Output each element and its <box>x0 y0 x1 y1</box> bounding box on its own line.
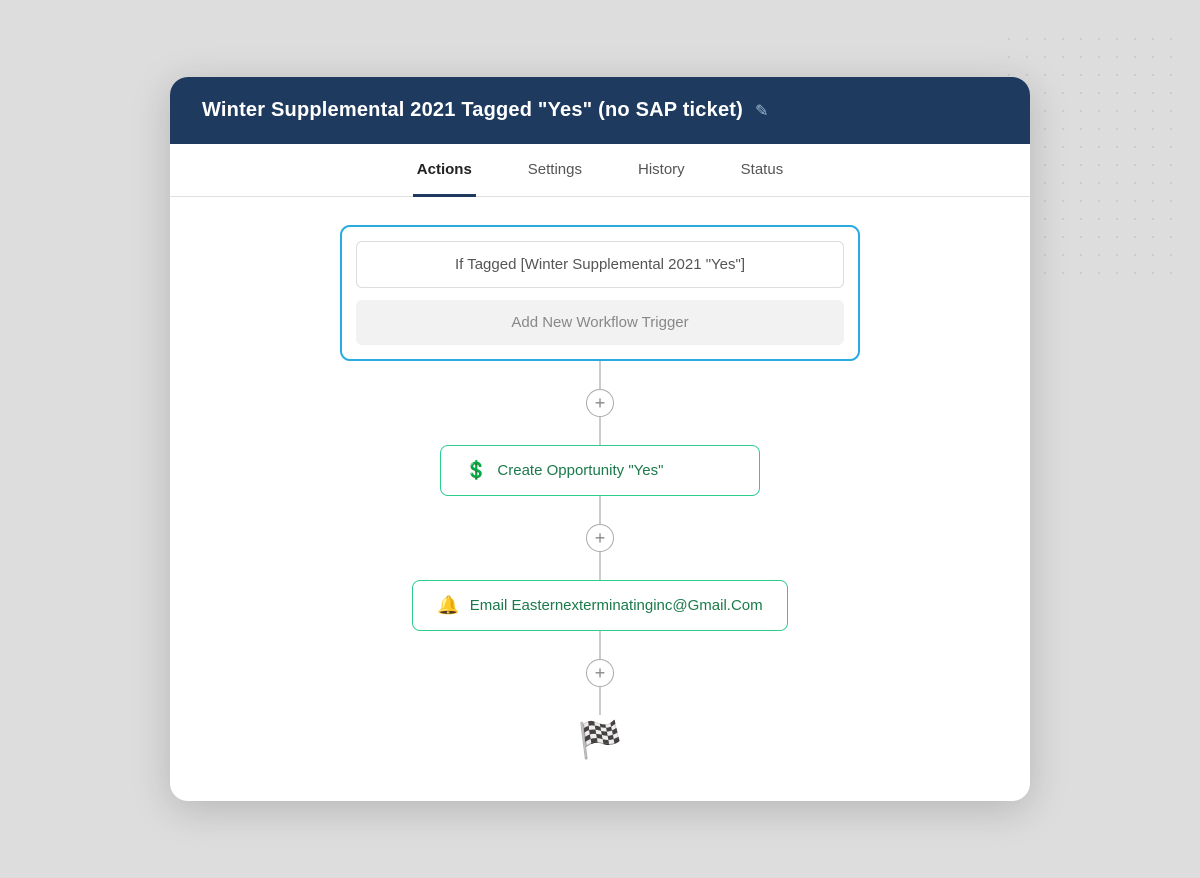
add-step-button-1[interactable]: + <box>586 389 614 417</box>
connector-1: + <box>586 361 614 445</box>
add-step-button-3[interactable]: + <box>586 659 614 687</box>
action-send-email[interactable]: 🔔 Email Easternexterminatinginc@Gmail.Co… <box>412 580 787 631</box>
tab-history[interactable]: History <box>634 145 689 197</box>
connector-3: + <box>586 631 614 715</box>
connector-line-6 <box>599 687 601 715</box>
connector-line-2 <box>599 417 601 445</box>
connector-2: + <box>586 496 614 580</box>
connector-line-5 <box>599 631 601 659</box>
action-send-email-label: Email Easternexterminatinginc@Gmail.Com <box>470 597 763 614</box>
main-card: Winter Supplemental 2021 Tagged "Yes" (n… <box>170 77 1030 801</box>
tab-status[interactable]: Status <box>737 145 788 197</box>
action-create-opportunity[interactable]: 💲 Create Opportunity "Yes" <box>440 445 760 496</box>
opportunity-icon: 💲 <box>465 460 487 481</box>
finish-flag: 🏁 <box>578 719 623 761</box>
action-create-opportunity-label: Create Opportunity "Yes" <box>497 462 663 479</box>
tabs-bar: Actions Settings History Status <box>170 144 1030 197</box>
trigger-condition[interactable]: If Tagged [Winter Supplemental 2021 "Yes… <box>356 241 844 288</box>
card-title: Winter Supplemental 2021 Tagged "Yes" (n… <box>202 99 743 122</box>
connector-line <box>599 361 601 389</box>
page-wrapper: Winter Supplemental 2021 Tagged "Yes" (n… <box>0 0 1200 878</box>
tab-actions[interactable]: Actions <box>413 145 476 197</box>
add-step-button-2[interactable]: + <box>586 524 614 552</box>
trigger-box: If Tagged [Winter Supplemental 2021 "Yes… <box>340 225 860 361</box>
card-header: Winter Supplemental 2021 Tagged "Yes" (n… <box>170 77 1030 144</box>
email-icon: 🔔 <box>437 595 459 616</box>
connector-line-3 <box>599 496 601 524</box>
add-trigger-button[interactable]: Add New Workflow Trigger <box>356 300 844 345</box>
connector-line-4 <box>599 552 601 580</box>
tab-settings[interactable]: Settings <box>524 145 586 197</box>
workflow-canvas: If Tagged [Winter Supplemental 2021 "Yes… <box>170 197 1030 801</box>
edit-icon[interactable]: ✎ <box>755 101 768 121</box>
